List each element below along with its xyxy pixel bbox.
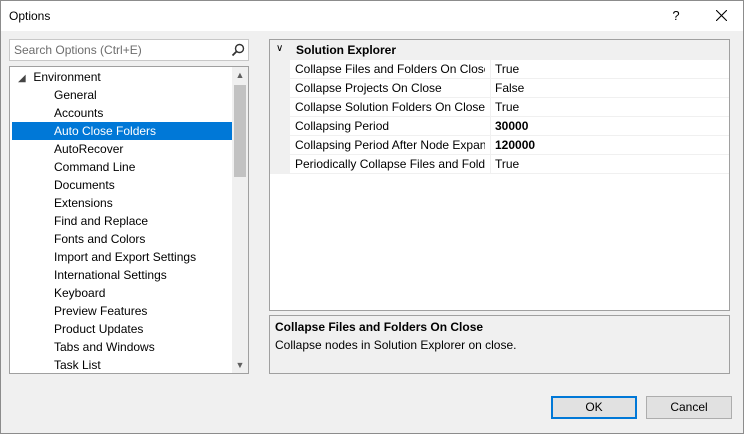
property-name: Collapsing Period <box>295 119 390 133</box>
tree-item[interactable]: Command Line <box>12 158 233 176</box>
search-box <box>9 39 249 61</box>
scroll-up-arrow-icon[interactable]: ▲ <box>232 67 248 83</box>
property-row[interactable]: Collapsing Period 30000 <box>270 117 729 136</box>
column-divider[interactable] <box>490 79 491 98</box>
property-value[interactable]: False <box>495 81 524 95</box>
tree-item[interactable]: Fonts and Colors <box>12 230 233 248</box>
property-name: Collapse Files and Folders On Close <box>295 62 485 76</box>
property-name: Collapse Projects On Close <box>295 81 442 95</box>
tree-item[interactable]: Auto Close Folders <box>12 122 233 140</box>
property-value[interactable]: 30000 <box>495 119 528 133</box>
description-text: Collapse nodes in Solution Explorer on c… <box>275 338 517 352</box>
help-icon: ? <box>672 8 680 23</box>
tree-item[interactable]: International Settings <box>12 266 233 284</box>
property-name: Periodically Collapse Files and Folder <box>295 157 485 171</box>
tree-item[interactable]: Extensions <box>12 194 233 212</box>
close-button[interactable] <box>707 1 737 31</box>
search-input[interactable] <box>10 40 224 60</box>
tree-item[interactable]: AutoRecover <box>12 140 233 158</box>
row-gutter <box>270 79 290 98</box>
tree-node-environment[interactable]: ◢ Environment <box>18 68 218 86</box>
row-gutter <box>270 60 290 79</box>
category-header[interactable]: ∨ Solution Explorer <box>270 40 729 60</box>
tree-item[interactable]: General <box>12 86 233 104</box>
tree-scrollbar[interactable]: ▲ ▼ <box>232 67 248 373</box>
tree-item[interactable]: Documents <box>12 176 233 194</box>
scroll-down-arrow-icon[interactable]: ▼ <box>232 357 248 373</box>
property-name: Collapse Solution Folders On Close <box>295 100 485 114</box>
property-grid: ∨ Solution Explorer Collapse Files and F… <box>269 39 730 311</box>
cancel-button[interactable]: Cancel <box>646 396 732 419</box>
property-row[interactable]: Collapsing Period After Node Expans 12000… <box>270 136 729 155</box>
tree-item[interactable]: Find and Replace <box>12 212 233 230</box>
property-row[interactable]: Collapse Solution Folders On Close True <box>270 98 729 117</box>
tree-item[interactable]: Task List <box>12 356 233 373</box>
tree-item[interactable]: Preview Features <box>12 302 233 320</box>
row-gutter <box>270 117 290 136</box>
property-value[interactable]: True <box>495 157 519 171</box>
tree-item[interactable]: Keyboard <box>12 284 233 302</box>
property-row[interactable]: Periodically Collapse Files and Folder Tr… <box>270 155 729 174</box>
column-divider[interactable] <box>490 60 491 79</box>
window-title: Options <box>9 9 51 23</box>
tree-node-label: Environment <box>33 70 101 84</box>
property-value[interactable]: True <box>495 100 519 114</box>
options-dialog: Options ? ◢ Environment GeneralAccountsA… <box>0 0 744 434</box>
ok-button[interactable]: OK <box>551 396 637 419</box>
close-icon <box>716 10 727 21</box>
property-row[interactable]: Collapse Files and Folders On Close True <box>270 60 729 79</box>
row-gutter <box>270 155 290 174</box>
options-tree[interactable]: ◢ Environment General Accounts Auto Close … <box>9 66 249 374</box>
title-bar: Options ? <box>1 1 743 31</box>
chevron-down-icon[interactable]: ∨ <box>276 43 283 54</box>
property-row[interactable]: Collapse Projects On Close False <box>270 79 729 98</box>
property-value[interactable]: True <box>495 62 519 76</box>
column-divider[interactable] <box>490 117 491 136</box>
description-title: Collapse Files and Folders On Close <box>275 320 484 334</box>
search-icon[interactable] <box>231 43 245 57</box>
help-button[interactable]: ? <box>661 1 691 31</box>
column-divider[interactable] <box>490 98 491 117</box>
property-value[interactable]: 120000 <box>495 138 535 152</box>
row-gutter <box>270 136 290 155</box>
tree-item[interactable]: Accounts <box>12 104 233 122</box>
property-name: Collapsing Period After Node Expans <box>295 138 485 152</box>
tree-item[interactable]: Tabs and Windows <box>12 338 233 356</box>
category-label: Solution Explorer <box>296 43 397 57</box>
tree-item[interactable]: Import and Export Settings <box>12 248 233 266</box>
tree-item[interactable]: Product Updates <box>12 320 233 338</box>
description-panel: Collapse Files and Folders On Close Coll… <box>269 315 730 374</box>
row-gutter <box>270 98 290 117</box>
column-divider[interactable] <box>490 155 491 174</box>
column-divider[interactable] <box>490 136 491 155</box>
scrollbar-thumb[interactable] <box>234 85 246 177</box>
